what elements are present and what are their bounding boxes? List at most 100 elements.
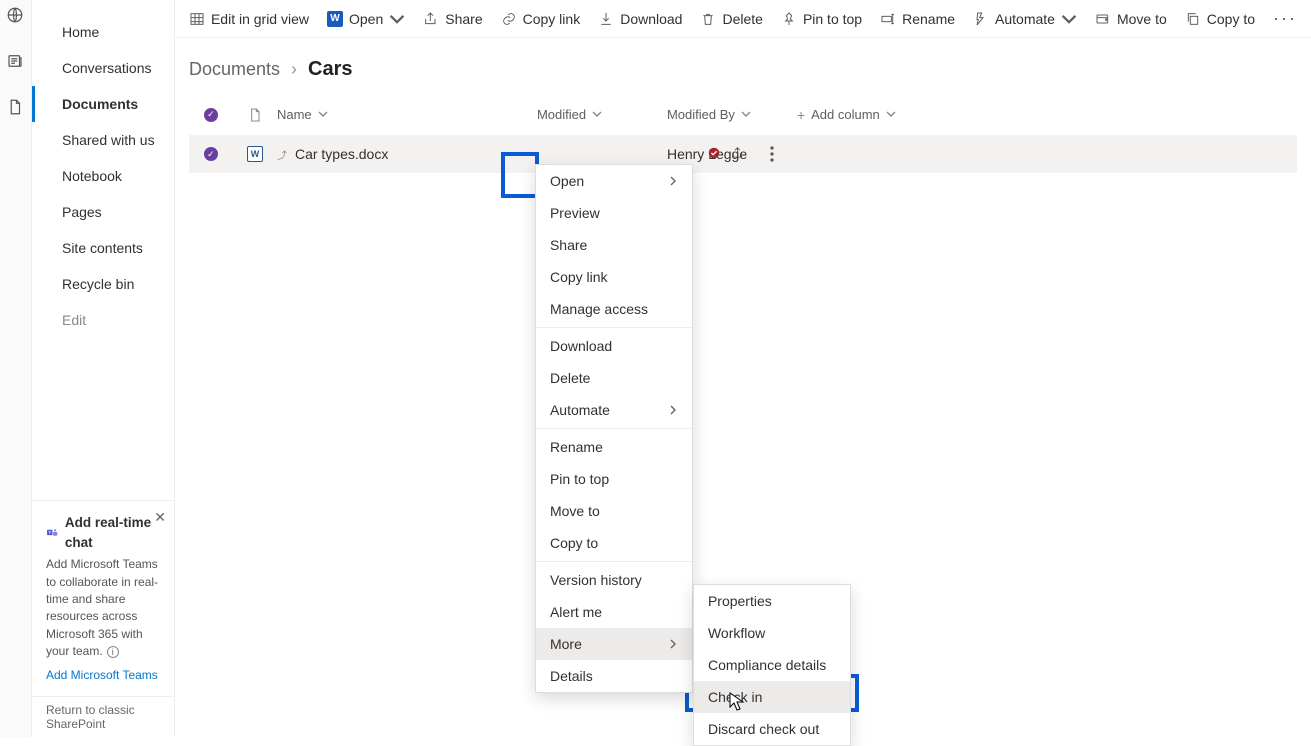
cmd-download[interactable]: Download (598, 11, 682, 27)
sub-properties[interactable]: Properties (694, 585, 850, 617)
rename-icon (880, 11, 896, 27)
ctx-delete[interactable]: Delete (536, 362, 692, 394)
sub-compliance[interactable]: Compliance details (694, 649, 850, 681)
table-row[interactable]: ✓ W ⤴ Car types.docx Henry Legge (189, 135, 1297, 173)
news-icon[interactable] (6, 52, 24, 70)
ctx-moveto[interactable]: Move to (536, 495, 692, 527)
breadcrumb: Documents › Cars (175, 38, 1311, 91)
cmd-automate-label: Automate (995, 11, 1055, 27)
close-icon[interactable]: ✕ (154, 507, 166, 527)
promo-link[interactable]: Add Microsoft Teams (46, 667, 158, 684)
teams-icon: T (46, 525, 59, 541)
file-name[interactable]: Car types.docx (295, 146, 388, 162)
sidebar-item-recyclebin[interactable]: Recycle bin (32, 266, 174, 302)
sidebar-item-edit[interactable]: Edit (32, 302, 174, 338)
sidebar-item-notebook[interactable]: Notebook (32, 158, 174, 194)
ctx-rename[interactable]: Rename (536, 431, 692, 463)
cmd-share-label: Share (445, 11, 482, 27)
cmd-pin-label: Pin to top (803, 11, 862, 27)
cmd-copylink-label: Copy link (523, 11, 581, 27)
globe-icon[interactable] (6, 6, 24, 24)
col-add[interactable]: + Add column (797, 107, 937, 123)
ctx-copyto[interactable]: Copy to (536, 527, 692, 559)
cmd-rename[interactable]: Rename (880, 11, 955, 27)
cmd-open-label: Open (349, 11, 383, 27)
ctx-alertme[interactable]: Alert me (536, 596, 692, 628)
main-area: Edit in grid view W Open Share Copy link… (175, 0, 1311, 737)
cmd-rename-label: Rename (902, 11, 955, 27)
select-all[interactable]: ✓ (189, 108, 233, 122)
col-modified[interactable]: Modified (537, 107, 667, 122)
move-icon (1095, 11, 1111, 27)
ctx-preview[interactable]: Preview (536, 197, 692, 229)
chevron-down-icon (1061, 11, 1077, 27)
cmd-download-label: Download (620, 11, 682, 27)
row-actions (707, 138, 789, 170)
ctx-open[interactable]: Open (536, 165, 692, 197)
svg-text:T: T (48, 530, 51, 535)
col-modified-by[interactable]: Modified By (667, 107, 797, 122)
table-header: ✓ Name Modified Modified By + Add column (189, 95, 1297, 135)
info-icon[interactable]: i (107, 646, 119, 658)
cmd-move[interactable]: Move to (1095, 11, 1167, 27)
col-name[interactable]: Name (277, 107, 537, 122)
ctx-download[interactable]: Download (536, 330, 692, 362)
pin-icon (781, 11, 797, 27)
cmd-edit-grid-label: Edit in grid view (211, 11, 309, 27)
teams-promo: ✕ T Add real-time chat Add Microsoft Tea… (32, 500, 174, 696)
ctx-pin[interactable]: Pin to top (536, 463, 692, 495)
cmd-automate[interactable]: Automate (973, 11, 1077, 27)
cmd-delete[interactable]: Delete (700, 11, 762, 27)
ctx-separator (536, 561, 692, 562)
file-icon[interactable] (6, 98, 24, 116)
context-submenu: Properties Workflow Compliance details C… (693, 584, 851, 746)
cmd-pin[interactable]: Pin to top (781, 11, 862, 27)
row-checked-icon[interactable]: ✓ (204, 147, 218, 161)
sidebar-item-sitecontents[interactable]: Site contents (32, 230, 174, 266)
ctx-more[interactable]: More (536, 628, 692, 660)
ctx-details[interactable]: Details (536, 660, 692, 692)
sidebar-nav: Home Conversations Documents Shared with… (32, 0, 174, 500)
copy-icon (1185, 11, 1201, 27)
ctx-copylink[interactable]: Copy link (536, 261, 692, 293)
grid-icon (189, 11, 205, 27)
cmd-edit-grid[interactable]: Edit in grid view (189, 11, 309, 27)
col-add-label: Add column (811, 107, 880, 122)
cmd-copy[interactable]: Copy to (1185, 11, 1255, 27)
sidebar-item-pages[interactable]: Pages (32, 194, 174, 230)
promo-title-text: Add real-time chat (65, 513, 160, 552)
breadcrumb-current: Cars (308, 58, 352, 80)
ctx-share[interactable]: Share (536, 229, 692, 261)
sidebar-item-documents[interactable]: Documents (32, 86, 174, 122)
file-icon (247, 107, 263, 123)
sidebar-item-conversations[interactable]: Conversations (32, 50, 174, 86)
file-list: ✓ Name Modified Modified By +Add column … (189, 95, 1297, 173)
col-modifiedby-label: Modified By (667, 107, 735, 122)
ctx-versionhistory[interactable]: Version history (536, 564, 692, 596)
row-more-button[interactable] (755, 138, 789, 170)
automate-icon (973, 11, 989, 27)
sidebar-item-shared[interactable]: Shared with us (32, 122, 174, 158)
cmd-open[interactable]: W Open (327, 11, 405, 27)
cmd-move-label: Move to (1117, 11, 1167, 27)
breadcrumb-parent[interactable]: Documents (189, 59, 280, 79)
sidebar: Home Conversations Documents Shared with… (32, 0, 175, 737)
col-name-label: Name (277, 107, 312, 122)
cmd-share[interactable]: Share (423, 11, 482, 27)
sub-discard[interactable]: Discard check out (694, 713, 850, 745)
app-rail (0, 0, 32, 737)
col-modified-label: Modified (537, 107, 586, 122)
ctx-automate[interactable]: Automate (536, 394, 692, 426)
sub-checkin[interactable]: Check in (694, 681, 850, 713)
cmd-more[interactable]: ··· (1273, 8, 1297, 29)
sub-workflow[interactable]: Workflow (694, 617, 850, 649)
ctx-separator (536, 428, 692, 429)
cmd-copy-link[interactable]: Copy link (501, 11, 581, 27)
plus-icon: + (797, 107, 805, 123)
ctx-separator (536, 327, 692, 328)
ctx-manageaccess[interactable]: Manage access (536, 293, 692, 325)
row-share-icon[interactable] (731, 146, 745, 163)
classic-link[interactable]: Return to classic SharePoint (32, 696, 174, 737)
sidebar-item-home[interactable]: Home (32, 14, 174, 50)
promo-title: T Add real-time chat (46, 513, 160, 552)
